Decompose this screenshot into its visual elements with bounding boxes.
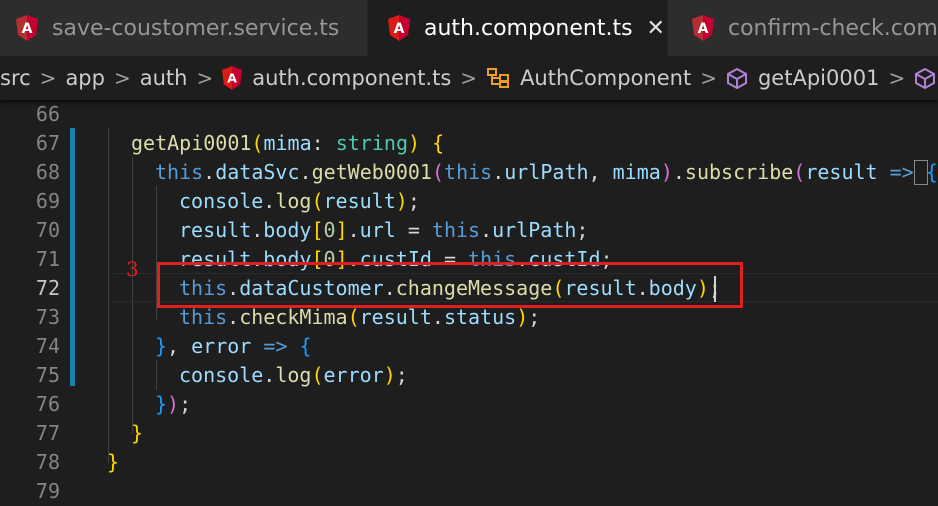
line-number: 73: [35, 305, 60, 329]
line-number: 66: [35, 102, 60, 126]
code-line: 67 getApi0001(mima: string) {: [0, 129, 938, 158]
chevron-right-icon: >: [113, 66, 131, 90]
line-number: 71: [35, 247, 60, 271]
tab-save-coustomer-service[interactable]: A save-coustomer.service.ts: [0, 0, 368, 56]
code-text: getApi0001(mima: string) {: [131, 131, 445, 155]
code-line: 77 }: [0, 419, 938, 448]
angular-icon: A: [692, 15, 714, 41]
chevron-right-icon: >: [888, 66, 906, 90]
line-number: 69: [35, 189, 60, 213]
code-line: 76 });: [0, 390, 938, 419]
line-number: 77: [35, 421, 60, 445]
text-cursor: [714, 276, 716, 302]
code-text: }: [131, 421, 144, 445]
breadcrumb-item-auth[interactable]: auth: [140, 66, 188, 90]
breadcrumb-item-next[interactable]: [914, 67, 938, 89]
line-number: 76: [35, 392, 60, 416]
line-number: 74: [35, 334, 60, 358]
tab-auth-component[interactable]: A auth.component.ts ✕: [368, 0, 668, 56]
line-number: 78: [35, 450, 60, 474]
angular-icon: A: [16, 15, 38, 41]
tab-label: save-coustomer.service.ts: [52, 15, 340, 41]
close-icon[interactable]: ✕: [647, 16, 665, 41]
code-text: console.log(result);: [179, 189, 420, 213]
svg-text:A: A: [698, 21, 709, 37]
code-text: this.dataSvc.getWeb0001(this.urlPath, mi…: [155, 160, 938, 184]
code-text: console.log(error);: [179, 363, 408, 387]
breadcrumb-label: src: [0, 66, 31, 90]
code-line: 75 console.log(error);: [0, 361, 938, 390]
angular-icon: A: [222, 66, 243, 90]
code-line: 69 console.log(result);: [0, 187, 938, 216]
line-number: 72: [35, 276, 60, 300]
angular-icon: A: [388, 15, 410, 41]
line-number: 68: [35, 160, 60, 184]
line-number: 79: [35, 479, 60, 503]
editor-tab-bar: A save-coustomer.service.ts A auth.compo…: [0, 0, 938, 56]
breadcrumb-label: getApi0001: [757, 66, 880, 90]
breadcrumb-label: auth.component.ts: [252, 66, 452, 90]
breadcrumb-item-app[interactable]: app: [65, 66, 105, 90]
tab-label: auth.component.ts: [424, 15, 633, 41]
code-line: 66: [0, 100, 938, 129]
annotation-highlight-box: [157, 262, 743, 308]
code-line: 68 this.dataSvc.getWeb0001(this.urlPath,…: [0, 158, 938, 187]
chevron-right-icon: >: [39, 66, 57, 90]
breadcrumb-item-method[interactable]: getApi0001: [726, 66, 879, 90]
breadcrumb-item-file[interactable]: A auth.component.ts: [222, 66, 451, 90]
line-number: 70: [35, 218, 60, 242]
chevron-right-icon: >: [196, 66, 214, 90]
breadcrumb-item-src[interactable]: src: [0, 66, 31, 90]
code-line: 70 result.body[0].url = this.urlPath;: [0, 216, 938, 245]
line-number: 67: [35, 131, 60, 155]
chevron-right-icon: >: [700, 66, 717, 90]
code-text: });: [155, 392, 192, 416]
code-text: }, error => {: [155, 334, 312, 358]
chevron-right-icon: >: [460, 66, 478, 90]
code-editor[interactable]: 66 67 getApi0001(mima: string) { 68 this…: [0, 100, 938, 503]
svg-text:A: A: [394, 21, 405, 37]
breadcrumb-label: app: [65, 66, 105, 90]
bracket-match-indicator: [914, 160, 928, 185]
annotation-number: 3: [126, 257, 139, 281]
method-symbol-icon: [726, 67, 747, 89]
svg-text:A: A: [22, 21, 33, 37]
line-number: 75: [35, 363, 60, 387]
method-symbol-icon: [915, 67, 936, 89]
code-line: 79: [0, 477, 938, 506]
svg-text:A: A: [227, 71, 237, 86]
tab-confirm-check-component[interactable]: A confirm-check.comp: [668, 0, 938, 56]
breadcrumb-label: AuthComponent: [520, 66, 692, 90]
breadcrumb-label: auth: [139, 66, 188, 90]
code-line: 78 }: [0, 448, 938, 477]
class-symbol-icon: [487, 68, 510, 88]
code-text: result.body[0].url = this.urlPath;: [179, 218, 589, 242]
breadcrumb: src > app > auth > A auth.component.ts >…: [0, 56, 938, 100]
code-line: 74 }, error => {: [0, 332, 938, 361]
breadcrumb-item-class[interactable]: AuthComponent: [486, 66, 691, 90]
tab-label: confirm-check.comp: [728, 15, 938, 41]
code-text: }: [107, 450, 120, 474]
